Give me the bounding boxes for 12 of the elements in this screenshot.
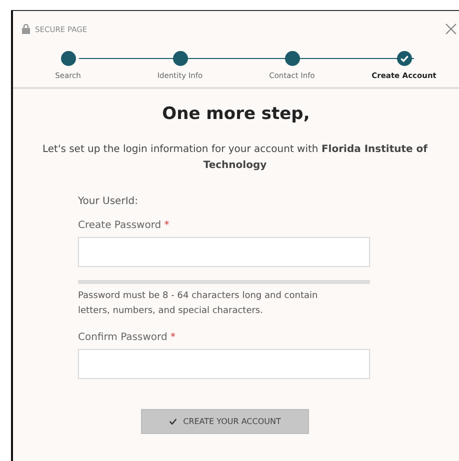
create-account-button[interactable]: CREATE YOUR ACCOUNT	[141, 409, 309, 434]
check-icon	[169, 418, 178, 425]
intro-text: Let's set up the login information for your account with Florida Institute of Technology	[41, 143, 428, 173]
lock-icon	[22, 24, 30, 34]
heading: One more step,	[161, 104, 311, 124]
close-icon[interactable]	[445, 23, 457, 35]
field-label: Confirm Password *	[78, 332, 176, 343]
password-hint: Password must be 8 - 64 characters long and contain letters, numbers, and special characters.	[78, 290, 319, 318]
userid-label: Your UserId:	[78, 196, 139, 207]
password-field[interactable]	[78, 237, 370, 267]
field-label: Create Password *	[78, 220, 170, 231]
password-field[interactable]	[78, 349, 370, 379]
